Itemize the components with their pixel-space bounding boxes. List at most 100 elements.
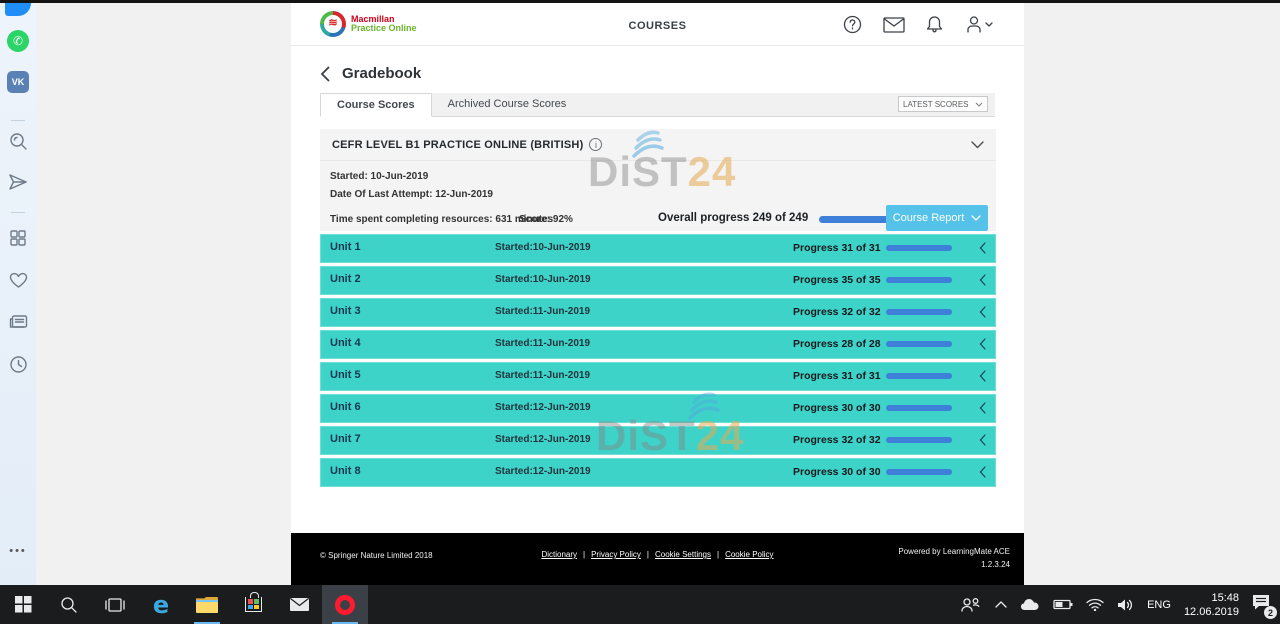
expand-chevron-icon[interactable] (979, 402, 986, 414)
unit-started: Started:12-Jun-2019 (495, 466, 591, 477)
grid-icon[interactable] (0, 227, 36, 249)
unit-started: Started:10-Jun-2019 (495, 242, 591, 253)
unit-progress: Progress 31 of 31 (793, 370, 881, 382)
back-chevron-icon[interactable] (320, 66, 330, 82)
volume-icon[interactable] (1117, 598, 1134, 612)
onedrive-icon[interactable] (1020, 598, 1040, 611)
help-icon[interactable] (843, 15, 862, 34)
unit-progress-bar (886, 469, 952, 475)
clock[interactable]: 15:48 12.06.2019 (1184, 591, 1239, 619)
unit-progress-bar (886, 437, 952, 443)
footer-link-cookie-settings[interactable]: Cookie Settings (655, 550, 711, 559)
expand-chevron-icon[interactable] (979, 466, 986, 478)
unit-progress: Progress 35 of 35 (793, 274, 881, 286)
mail-icon[interactable] (883, 17, 905, 33)
unit-name: Unit 6 (330, 401, 361, 413)
search-icon[interactable] (0, 130, 36, 152)
site-header: ≋ Macmillan Practice Online COURSES (291, 3, 1024, 46)
course-report-button[interactable]: Course Report (886, 205, 988, 231)
info-icon[interactable]: i (589, 138, 602, 151)
unit-started: Started:11-Jun-2019 (495, 370, 590, 381)
tab-course-scores[interactable]: Course Scores (320, 93, 432, 117)
unit-row[interactable]: Unit 1 Started:10-Jun-2019 Progress 31 o… (320, 234, 996, 263)
search-icon[interactable] (46, 585, 92, 624)
vk-label: VK (7, 71, 29, 93)
sidebar-divider (11, 120, 25, 121)
course-title-row[interactable]: CEFR LEVEL B1 PRACTICE ONLINE (BRITISH) … (320, 129, 996, 161)
expand-chevron-icon[interactable] (979, 306, 986, 318)
tab-bar: Course Scores Archived Course Scores (320, 93, 995, 117)
task-view-icon[interactable] (92, 585, 138, 624)
taskbar-time: 15:48 (1184, 591, 1239, 605)
heart-icon[interactable] (0, 269, 36, 291)
unit-progress: Progress 30 of 30 (793, 466, 881, 478)
unit-started: Started:10-Jun-2019 (495, 274, 591, 285)
chevron-down-icon (971, 215, 981, 221)
more-dots: ••• (9, 545, 27, 557)
unit-started: Started:12-Jun-2019 (495, 402, 591, 413)
notifications-icon[interactable] (926, 15, 943, 34)
chevron-down-icon (975, 102, 983, 107)
opera-icon[interactable] (322, 585, 368, 624)
taskbar-date: 12.06.2019 (1184, 605, 1239, 619)
unit-name: Unit 5 (330, 369, 361, 381)
whatsapp-icon[interactable]: ✆ (0, 30, 36, 52)
gradebook-title-row: Gradebook (320, 65, 421, 82)
expand-chevron-icon[interactable] (979, 338, 986, 350)
footer-link-privacy-policy[interactable]: Privacy Policy (591, 550, 641, 559)
clock-icon[interactable] (0, 353, 36, 375)
tab-archived-course-scores[interactable]: Archived Course Scores (432, 92, 583, 116)
scores-filter-dropdown[interactable]: LATEST SCORES (898, 96, 988, 112)
unit-progress-bar (886, 341, 952, 347)
folder-glyph (196, 597, 218, 613)
footer-link-cookie-policy[interactable]: Cookie Policy (725, 550, 773, 559)
mail-icon[interactable] (276, 585, 322, 624)
unit-progress-bar (886, 277, 952, 283)
vk-icon[interactable]: VK (0, 71, 36, 93)
unit-progress-bar (886, 405, 952, 411)
news-icon[interactable] (0, 311, 36, 333)
unit-name: Unit 7 (330, 433, 361, 445)
unit-progress: Progress 32 of 32 (793, 434, 881, 446)
unit-row[interactable]: Unit 4 Started:11-Jun-2019 Progress 28 o… (320, 330, 996, 359)
expand-chevron-icon[interactable] (979, 242, 986, 254)
people-icon[interactable] (960, 597, 982, 613)
course-stats-row: Time spent completing resources: 631 min… (320, 205, 996, 231)
page-title: Gradebook (342, 65, 421, 82)
more-icon[interactable]: ••• (0, 540, 36, 562)
footer-separator: | (647, 550, 649, 559)
unit-row[interactable]: Unit 3 Started:11-Jun-2019 Progress 32 o… (320, 298, 996, 327)
send-icon[interactable] (0, 171, 36, 193)
edge-icon[interactable]: e (138, 585, 184, 624)
taskbar-tray: ENG 15:48 12.06.2019 2 (960, 585, 1280, 624)
wifi-icon[interactable] (1086, 598, 1104, 611)
expand-chevron-icon[interactable] (979, 370, 986, 382)
unit-name: Unit 1 (330, 241, 361, 253)
explorer-icon[interactable] (184, 585, 230, 624)
unit-row[interactable]: Unit 5 Started:11-Jun-2019 Progress 31 o… (320, 362, 996, 391)
unit-row[interactable]: Unit 6 Started:12-Jun-2019 Progress 30 o… (320, 394, 996, 423)
store-bag-glyph (245, 597, 262, 612)
battery-icon[interactable] (1053, 599, 1073, 610)
language-indicator[interactable]: ENG (1147, 599, 1171, 611)
profile-icon[interactable] (964, 15, 994, 34)
footer-link-dictionary[interactable]: Dictionary (541, 550, 577, 559)
store-icon[interactable] (230, 585, 276, 624)
course-started: Started: 10-Jun-2019 (330, 171, 428, 182)
unit-row[interactable]: Unit 8 Started:12-Jun-2019 Progress 30 o… (320, 458, 996, 487)
unit-progress-bar (886, 373, 952, 379)
social-sidebar: ✆ VK ••• (0, 0, 36, 585)
whatsapp-phone-glyph: ✆ (7, 30, 29, 52)
expand-chevron-icon[interactable] (979, 434, 986, 446)
windows-taskbar: e ENG 15:48 12. (0, 585, 1280, 624)
collapse-chevron-icon[interactable] (971, 141, 984, 149)
chevron-up-icon[interactable] (995, 601, 1007, 608)
unit-row[interactable]: Unit 2 Started:10-Jun-2019 Progress 35 o… (320, 266, 996, 295)
action-center-icon[interactable]: 2 (1252, 594, 1270, 615)
course-title: CEFR LEVEL B1 PRACTICE ONLINE (BRITISH) (332, 139, 583, 151)
start-icon[interactable] (0, 585, 46, 624)
notification-badge: 2 (1264, 606, 1277, 619)
footer-separator: | (583, 550, 585, 559)
expand-chevron-icon[interactable] (979, 274, 986, 286)
unit-row[interactable]: Unit 7 Started:12-Jun-2019 Progress 32 o… (320, 426, 996, 455)
